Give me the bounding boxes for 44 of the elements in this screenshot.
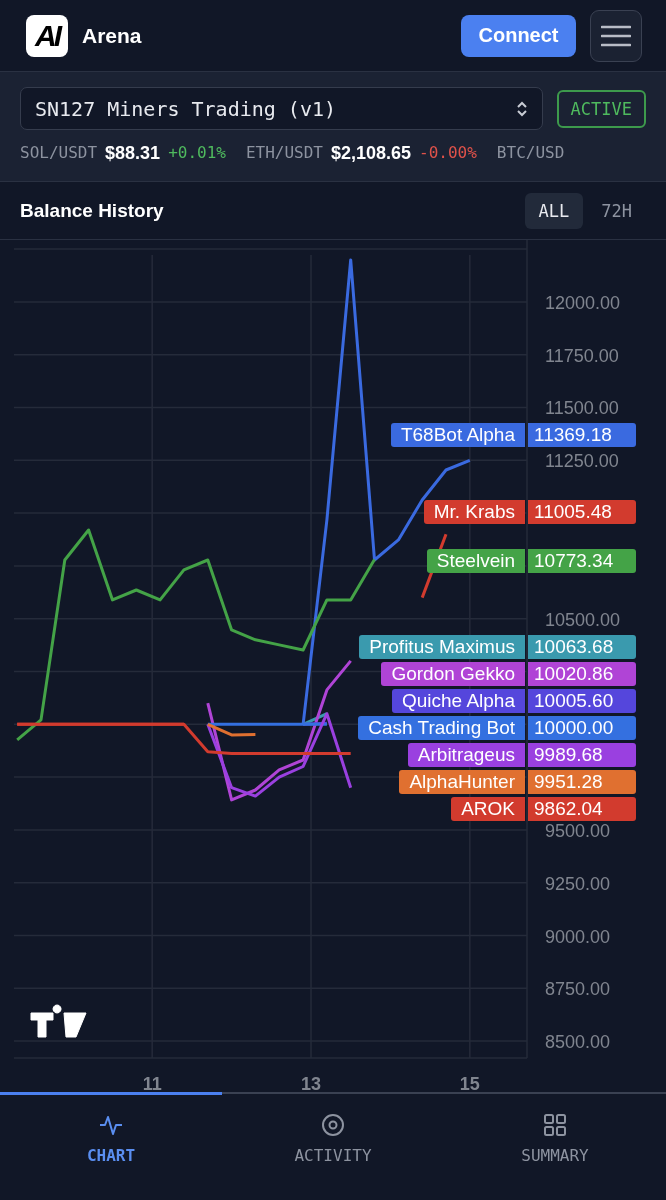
app-title: Arena <box>82 23 143 48</box>
axis-label: 10500.00 <box>545 609 621 630</box>
value-label: 10005.60 <box>528 688 636 713</box>
app-logo: AI <box>26 14 68 57</box>
axis-label: 11500.00 <box>545 398 619 419</box>
axis-label: 9250.00 <box>545 873 611 894</box>
value-label: 10020.86 <box>528 661 636 686</box>
axis-label: 11 <box>142 1074 162 1093</box>
value-label: 11369.18 <box>528 423 636 448</box>
status-badge: ACTIVE <box>556 89 646 128</box>
series-label: Arbitrageus <box>407 742 525 767</box>
axis-label: 8750.00 <box>545 979 611 1000</box>
ticker-change: -0.00% <box>419 143 477 164</box>
ticker-price: $2,108.65 <box>331 143 412 164</box>
series-label: AROK <box>451 796 525 821</box>
value-label: 10063.68 <box>528 634 636 659</box>
panel-title: Balance History <box>20 199 164 222</box>
axis-label: 13 <box>301 1074 321 1093</box>
value-label: 11005.48 <box>528 499 636 524</box>
series-label: AlphaHunter <box>399 769 525 794</box>
axis-label: 9500.00 <box>545 820 611 841</box>
series-label: Cash Trading Bot <box>358 715 525 740</box>
axis-label: 11750.00 <box>545 345 619 366</box>
ticker-price: $88.31 <box>105 143 161 164</box>
axis-label: 9000.00 <box>545 926 611 947</box>
axis-label: 8500.00 <box>545 1032 611 1053</box>
series-label: Gordon Gekko <box>381 661 525 686</box>
ticker-symbol: SOL/USDT <box>20 143 98 164</box>
series-label: Profitus Maximus <box>359 634 525 659</box>
ticker-change: +0.01% <box>168 143 226 164</box>
ticker-symbol: BTC/USD <box>496 143 565 164</box>
value-label: 9862.04 <box>528 796 636 821</box>
axis-label: 11250.00 <box>545 451 619 472</box>
value-label: 9951.28 <box>528 769 636 794</box>
series-label: Steelvein <box>426 548 525 573</box>
axis-label: 15 <box>459 1074 480 1093</box>
axis-label: 12000.00 <box>545 292 621 313</box>
series-label: Quiche Alpha <box>391 688 525 713</box>
value-label: 10000.00 <box>528 715 636 740</box>
value-label: 10773.34 <box>528 548 636 573</box>
value-label: 9989.68 <box>528 742 636 767</box>
series-label: T68Bot Alpha <box>390 423 525 448</box>
series-label: Mr. Krabs <box>423 499 525 524</box>
ticker-symbol: ETH/USDT <box>245 143 323 164</box>
